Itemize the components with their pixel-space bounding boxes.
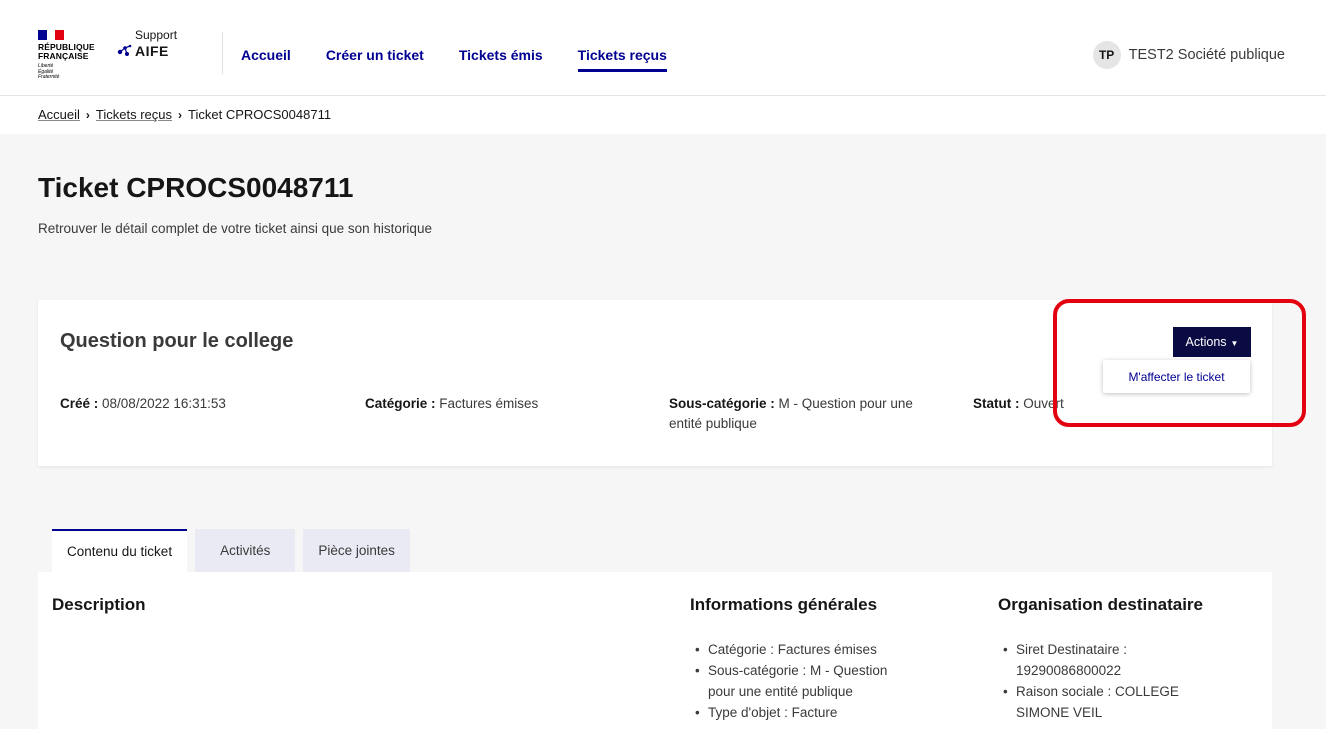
- actions-label: Actions: [1185, 335, 1227, 349]
- list-item-continuation: pour une entité publique: [708, 684, 853, 699]
- user-name: TEST2 Société publique: [1128, 47, 1285, 63]
- field-status: Statut : Ouvert: [973, 394, 1064, 414]
- subcategory-value: M - Question pour une: [778, 396, 913, 411]
- org-list: Siret Destinataire : 19290086800022 Rais…: [1002, 639, 1179, 723]
- list-item-continuation: SIMONE VEIL: [1016, 705, 1103, 720]
- tab-panel-contenu: Description Informations générales Catég…: [38, 572, 1272, 729]
- aife-support-label: Support: [135, 28, 178, 42]
- breadcrumb-separator: ›: [178, 107, 183, 122]
- page-title: Ticket CPROCS0048711: [38, 172, 354, 203]
- french-flag-icon: [38, 30, 65, 40]
- field-created: Créé : 08/08/2022 16:31:53: [60, 394, 226, 414]
- ticket-title: Question pour le college: [60, 330, 294, 352]
- category-value: Factures émises: [439, 396, 539, 411]
- nav-accueil[interactable]: Accueil: [241, 47, 291, 72]
- subcategory-label: Sous-catégorie :: [669, 396, 775, 411]
- aife-name: AIFE: [135, 43, 169, 59]
- page-subtitle: Retrouver le détail complet de votre tic…: [38, 221, 432, 236]
- list-item: Siret Destinataire :: [1002, 639, 1179, 660]
- nav-creer-ticket[interactable]: Créer un ticket: [326, 47, 424, 72]
- description-title: Description: [52, 595, 146, 614]
- nav-tickets-emis[interactable]: Tickets émis: [459, 47, 543, 72]
- rf-line2: FRANÇAISE: [38, 51, 89, 61]
- general-info-list: Catégorie : Factures émises Sous-catégor…: [694, 639, 887, 723]
- avatar: TP: [1092, 41, 1121, 69]
- main-nav: Accueil Créer un ticket Tickets émis Tic…: [241, 47, 702, 72]
- tab-activites[interactable]: Activités: [195, 529, 296, 572]
- assign-ticket-menu-item[interactable]: M'affecter le ticket: [1103, 360, 1250, 393]
- general-info-title: Informations générales: [690, 595, 878, 614]
- list-item: Raison sociale : COLLEGE: [1002, 681, 1179, 702]
- status-value: Ouvert: [1023, 396, 1064, 411]
- caret-down-icon: ▼: [1230, 339, 1239, 348]
- status-label: Statut :: [973, 396, 1020, 411]
- breadcrumb-current: Ticket CPROCS0048711: [188, 107, 332, 122]
- actions-button[interactable]: Actions ▼: [1173, 327, 1251, 357]
- rf-logo-text: RÉPUBLIQUE FRANÇAISE: [38, 43, 95, 61]
- category-label: Catégorie :: [365, 396, 436, 411]
- page-banner: Ticket CPROCS0048711 Retrouver le détail…: [0, 134, 1326, 284]
- ticket-summary-card: Question pour le college Créé : 08/08/20…: [38, 300, 1272, 466]
- tab-pieces-jointes[interactable]: Pièce jointes: [303, 529, 410, 572]
- tab-contenu[interactable]: Contenu du ticket: [52, 529, 188, 572]
- breadcrumb: Accueil › Tickets reçus › Ticket CPROCS0…: [38, 107, 331, 122]
- list-item-continuation: 19290086800022: [1016, 663, 1122, 678]
- created-label: Créé :: [60, 396, 99, 411]
- field-subcategory: Sous-catégorie : M - Question pour une e…: [669, 394, 949, 434]
- breadcrumb-accueil[interactable]: Accueil: [38, 107, 80, 122]
- breadcrumb-separator: ›: [85, 107, 90, 122]
- list-item: Catégorie : Factures émises: [694, 639, 887, 660]
- list-item: Type d'objet : Facture: [694, 702, 887, 723]
- site-header: RÉPUBLIQUE FRANÇAISE Liberté Égalité Fra…: [0, 0, 1326, 96]
- republique-francaise-logo[interactable]: RÉPUBLIQUE FRANÇAISE Liberté Égalité Fra…: [38, 30, 108, 90]
- field-category: Catégorie : Factures émises: [365, 394, 538, 414]
- aife-icon: [117, 44, 132, 56]
- ticket-tabs: Contenu du ticket Activités Pièce jointe…: [52, 529, 410, 572]
- header-separator: [222, 32, 223, 74]
- user-menu[interactable]: TP TEST2 Société publique: [1092, 41, 1285, 69]
- created-value: 08/08/2022 16:31:53: [102, 396, 226, 411]
- org-title: Organisation destinataire: [998, 595, 1203, 614]
- list-item: Sous-catégorie : M - Question: [694, 660, 887, 681]
- motto-fraternite: Fraternité: [38, 74, 60, 80]
- rf-motto: Liberté Égalité Fraternité: [38, 63, 60, 81]
- breadcrumb-tickets-recus[interactable]: Tickets reçus: [96, 107, 172, 122]
- subcategory-value-line2: entité publique: [669, 416, 757, 431]
- nav-tickets-recus[interactable]: Tickets reçus: [577, 47, 667, 72]
